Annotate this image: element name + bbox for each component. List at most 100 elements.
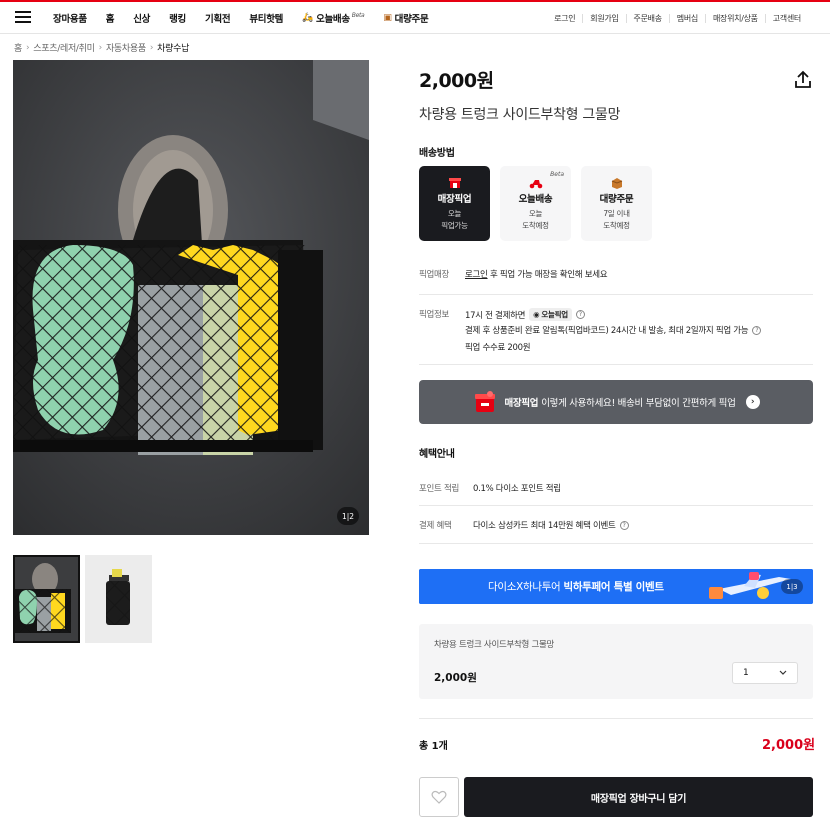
share-icon[interactable] bbox=[794, 70, 812, 90]
total-price: 2,000원 bbox=[762, 738, 816, 753]
store-pickup-icon bbox=[448, 177, 461, 189]
login-link[interactable]: 로그인 bbox=[465, 270, 488, 280]
util-signup[interactable]: 회원가입 bbox=[582, 13, 625, 23]
nav-label: 장마용품 bbox=[53, 14, 87, 25]
option-name: 차량용 트렁크 사이드부착형 그물망 bbox=[434, 640, 555, 650]
nav-label: 대량주문 bbox=[394, 14, 429, 25]
pickup-info-line-2: 결제 후 상품준비 완료 알림톡(픽업바코드) 24시간 내 발송, 최대 2일… bbox=[465, 324, 762, 336]
breadcrumb-current[interactable]: 차량수납 bbox=[157, 41, 189, 54]
thumbnail-1[interactable] bbox=[13, 555, 80, 643]
event-banner-text: 다이소X하나투어 빅하투페어 특별 이벤트 bbox=[488, 579, 664, 594]
scooter-icon: 🛵 bbox=[302, 13, 313, 23]
event-banner[interactable]: 다이소X하나투어 빅하투페어 특별 이벤트 1|3 bbox=[419, 569, 813, 604]
divider bbox=[419, 718, 813, 719]
box-icon bbox=[611, 177, 623, 189]
nav-item-beauty[interactable]: 뷰티핫템 bbox=[249, 11, 283, 25]
nav-item-today-delivery[interactable]: 🛵 오늘배송 Beta bbox=[302, 11, 365, 26]
pickup-box-icon bbox=[475, 391, 496, 412]
box-icon: ▣ bbox=[383, 13, 392, 23]
banner-bold-text: 매장픽업 bbox=[504, 398, 539, 409]
nav-label: 랭킹 bbox=[169, 14, 186, 25]
pickup-info-line-1: 17시 전 결제하면 ◉ 오늘픽업 ? bbox=[465, 308, 585, 321]
event-text-bold: 빅하투페어 특별 이벤트 bbox=[563, 581, 664, 593]
scooter-icon bbox=[529, 177, 543, 189]
nav-label: 홈 bbox=[105, 14, 115, 25]
util-customer-center[interactable]: 고객센터 bbox=[764, 13, 808, 23]
event-banner-counter: 1|3 bbox=[781, 579, 803, 594]
nav-item-ranking[interactable]: 랭킹 bbox=[169, 11, 186, 25]
thumbnail-photo bbox=[85, 555, 152, 643]
delivery-option-name: 대량주문 bbox=[599, 194, 634, 205]
point-value: 0.1% 다이소 포인트 적립 bbox=[473, 484, 561, 494]
check-circle-icon: ◉ bbox=[533, 310, 540, 319]
chevron-right-icon: › bbox=[745, 395, 760, 409]
delivery-option-sub: 오늘 픽업가능 bbox=[441, 209, 468, 230]
product-title: 차량용 트렁크 사이드부착형 그물망 bbox=[419, 107, 621, 123]
beta-label: Beta bbox=[550, 171, 564, 178]
quantity-select[interactable]: 1 bbox=[732, 662, 798, 684]
help-icon[interactable]: ? bbox=[752, 325, 762, 335]
nav-label: 오늘배송 bbox=[316, 14, 350, 25]
heart-icon bbox=[431, 790, 447, 804]
banner-text: 이렇게 사용하세요! 배송비 부담없이 간편하게 픽업 bbox=[541, 398, 736, 409]
delivery-option-sub: 7일 이내 도착예정 bbox=[603, 209, 630, 230]
nav-label: 신상 bbox=[133, 14, 151, 25]
nav-item-bulk-order[interactable]: ▣ 대량주문 bbox=[383, 11, 428, 25]
divider bbox=[419, 294, 813, 295]
divider bbox=[419, 505, 813, 506]
breadcrumb-sports[interactable]: 스포츠/레저/취미 bbox=[33, 41, 95, 54]
pickup-info-line-3: 픽업 수수료 200원 bbox=[465, 341, 531, 353]
menu-icon[interactable] bbox=[15, 11, 31, 23]
pickup-store-value: 로그인 후 픽업 가능 매장을 확인해 보세요 bbox=[465, 268, 608, 280]
help-icon[interactable]: ? bbox=[575, 310, 585, 319]
nav-item-home[interactable]: 홈 bbox=[105, 11, 115, 25]
pickup-store-text: 후 픽업 가능 매장을 확인해 보세요 bbox=[489, 270, 608, 280]
divider bbox=[419, 364, 813, 365]
nav-item-new[interactable]: 신상 bbox=[133, 11, 150, 25]
chevron-right-icon: › bbox=[98, 42, 103, 53]
wishlist-button[interactable] bbox=[419, 777, 459, 817]
delivery-option-today[interactable]: Beta 오늘배송 오늘 도착예정 bbox=[500, 166, 571, 241]
delivery-option-store-pickup[interactable]: 매장픽업 오늘 픽업가능 bbox=[419, 166, 490, 241]
image-counter: 1|2 bbox=[337, 507, 359, 525]
product-photo bbox=[13, 60, 369, 535]
chevron-right-icon: › bbox=[149, 42, 154, 53]
product-price: 2,000원 bbox=[419, 70, 494, 92]
nav-label: 기획전 bbox=[205, 14, 231, 25]
util-store-location[interactable]: 매장위치/상품 bbox=[704, 13, 765, 23]
today-pickup-badge: ◉ 오늘픽업 bbox=[529, 308, 572, 321]
nav-item-exhibition[interactable]: 기획전 bbox=[205, 11, 231, 25]
gnb-menu: 장마용품 홈 신상 랭킹 기획전 뷰티핫템 🛵 오늘배송 Beta ▣ 대량주문 bbox=[53, 2, 447, 34]
chevron-right-icon: › bbox=[25, 42, 30, 53]
nav-item-rainy-season[interactable]: 장마용품 bbox=[53, 11, 87, 25]
pickup-store-label: 픽업매장 bbox=[419, 270, 450, 280]
pickup-info-text: 17시 전 결제하면 bbox=[465, 310, 526, 321]
pickup-info-text: 픽업 수수료 200원 bbox=[465, 343, 531, 353]
divider bbox=[419, 543, 813, 544]
delivery-option-name: 오늘배송 bbox=[518, 194, 553, 205]
beta-label: Beta bbox=[351, 11, 365, 19]
delivery-option-bulk[interactable]: 대량주문 7일 이내 도착예정 bbox=[581, 166, 652, 241]
pickup-guide-banner[interactable]: 매장픽업 이렇게 사용하세요! 배송비 부담없이 간편하게 픽업 › bbox=[419, 380, 813, 424]
delivery-option-name: 매장픽업 bbox=[437, 194, 472, 205]
help-icon[interactable]: ? bbox=[619, 520, 629, 530]
payment-benefit-value: 다이소 삼성카드 최대 14만원 혜택 이벤트 ? bbox=[473, 519, 629, 531]
badge-text: 오늘픽업 bbox=[541, 310, 568, 319]
benefits-label: 혜택안내 bbox=[419, 449, 455, 460]
breadcrumb-home[interactable]: 홈 bbox=[14, 41, 22, 54]
quantity-value: 1 bbox=[743, 668, 749, 678]
add-to-cart-button[interactable]: 매장픽업 장바구니 담기 bbox=[464, 777, 813, 817]
util-login[interactable]: 로그인 bbox=[547, 14, 582, 23]
breadcrumb-car[interactable]: 자동차용품 bbox=[106, 41, 146, 54]
main-product-image[interactable]: 1|2 bbox=[13, 60, 369, 535]
nav-label: 뷰티핫템 bbox=[249, 14, 284, 25]
delivery-options: 매장픽업 오늘 픽업가능 Beta 오늘배송 오늘 도착예정 대량주문 7일 이… bbox=[419, 166, 662, 241]
option-price: 2,000원 bbox=[434, 672, 477, 684]
breadcrumb: 홈 › 스포츠/레저/취미 › 자동차용품 › 차량수납 bbox=[14, 41, 189, 55]
point-label: 포인트 적립 bbox=[419, 484, 460, 494]
thumbnail-2[interactable] bbox=[85, 555, 152, 643]
util-orders[interactable]: 주문배송 bbox=[625, 13, 669, 23]
pickup-info-text: 결제 후 상품준비 완료 알림톡(픽업바코드) 24시간 내 발송, 최대 2일… bbox=[465, 326, 749, 336]
selected-option-box: 차량용 트렁크 사이드부착형 그물망 2,000원 1 bbox=[419, 624, 813, 699]
util-membership[interactable]: 멤버십 bbox=[668, 13, 705, 23]
